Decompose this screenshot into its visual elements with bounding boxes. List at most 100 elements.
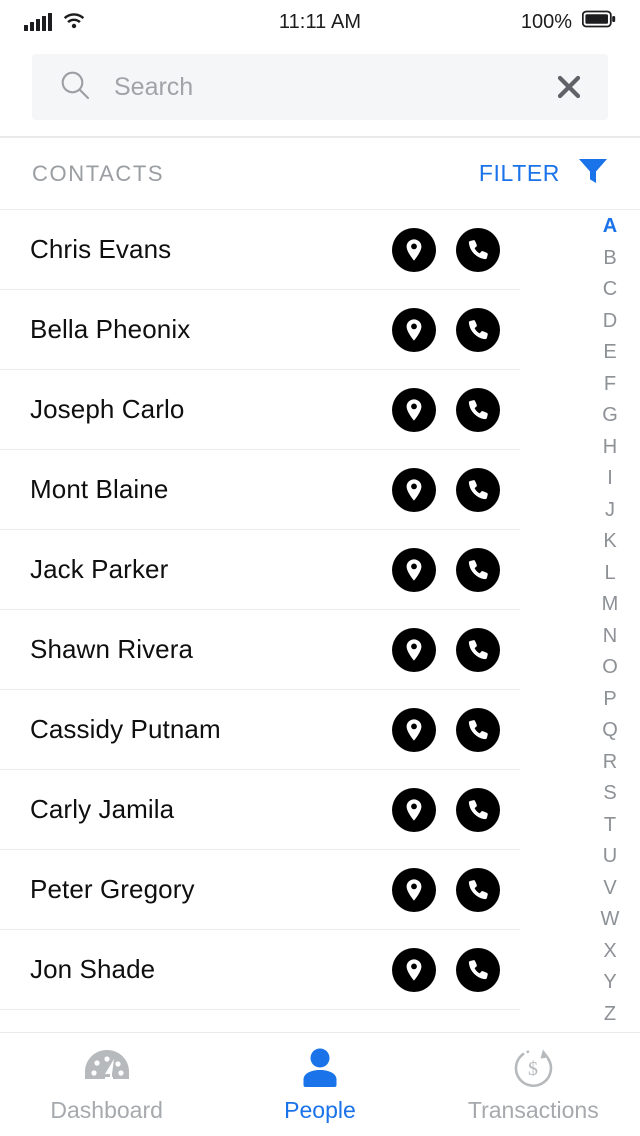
location-pin-icon[interactable] — [392, 787, 436, 832]
location-pin-icon[interactable] — [392, 627, 436, 672]
contact-actions — [392, 627, 520, 672]
contacts-section-header: CONTACTS FILTER — [0, 138, 640, 210]
search-bar-container — [0, 44, 640, 136]
contact-row[interactable]: Mont Blaine — [0, 450, 520, 530]
alphabet-index-letter[interactable]: B — [603, 248, 616, 268]
alphabet-index-letter[interactable]: X — [603, 941, 616, 961]
phone-icon[interactable] — [456, 707, 500, 752]
location-pin-icon[interactable] — [392, 867, 436, 912]
location-pin-icon[interactable] — [392, 947, 436, 992]
contact-row[interactable]: Bella Pheonix — [0, 290, 520, 370]
tab-transactions-label: Transactions — [467, 1097, 599, 1123]
page-title: CONTACTS — [32, 160, 165, 186]
tab-dashboard[interactable]: Dashboard — [0, 1033, 213, 1136]
alphabet-index-letter[interactable]: K — [603, 531, 616, 551]
location-pin-icon[interactable] — [392, 387, 436, 432]
contact-row[interactable]: Jack Parker — [0, 530, 520, 610]
phone-icon[interactable] — [456, 787, 500, 832]
contacts-list[interactable]: Chris Evans Bella Pheonix Joseph Carlo Mont… — [0, 210, 580, 1032]
contact-name: Carly Jamila — [30, 794, 175, 824]
alphabet-index-letter[interactable]: W — [601, 909, 620, 929]
alphabet-index-letter[interactable]: N — [603, 626, 617, 646]
alphabet-index-letter[interactable]: O — [602, 657, 618, 677]
alphabet-index-letter[interactable]: Y — [603, 972, 616, 992]
contact-actions — [392, 307, 520, 352]
search-input[interactable] — [114, 72, 552, 102]
contact-name: Joseph Carlo — [30, 394, 185, 424]
alphabet-index-letter[interactable]: M — [602, 594, 619, 614]
contact-actions — [392, 387, 520, 432]
phone-icon[interactable] — [456, 387, 500, 432]
filter-button[interactable]: FILTER — [479, 154, 610, 193]
location-pin-icon[interactable] — [392, 307, 436, 352]
contact-name: Cassidy Putnam — [30, 714, 221, 744]
status-bar-clock: 11:11 AM — [278, 10, 362, 33]
contact-name: Bella Pheonix — [30, 314, 191, 344]
alphabet-index-letter[interactable]: Z — [604, 1004, 616, 1024]
phone-icon[interactable] — [456, 867, 500, 912]
dollar-cycle-icon: $ — [510, 1045, 556, 1089]
location-pin-icon[interactable] — [392, 227, 436, 272]
phone-icon[interactable] — [456, 547, 500, 592]
contact-row[interactable]: Jon Shade — [0, 930, 520, 1010]
alphabet-index-letter[interactable]: A — [603, 216, 617, 236]
contact-actions — [392, 547, 520, 592]
search-box[interactable] — [32, 54, 608, 120]
search-divider — [0, 136, 640, 138]
location-pin-icon[interactable] — [392, 467, 436, 512]
alphabet-index-letter[interactable]: Q — [602, 720, 618, 740]
contact-actions — [392, 947, 520, 992]
tab-people-label: People — [284, 1097, 356, 1123]
phone-icon[interactable] — [456, 947, 500, 992]
alphabet-index-letter[interactable]: L — [604, 563, 615, 583]
alphabet-index-letter[interactable]: F — [604, 374, 616, 394]
alphabet-index-letter[interactable]: D — [603, 311, 617, 331]
alphabet-index[interactable]: ABCDEFGHIJKLMNOPQRSTUVWXYZ — [580, 210, 640, 1032]
phone-icon[interactable] — [456, 467, 500, 512]
contact-row[interactable]: Shawn Rivera — [0, 610, 520, 690]
contact-name: Shawn Rivera — [30, 634, 194, 664]
contact-actions — [392, 787, 520, 832]
contact-row[interactable]: Chris Evans — [0, 210, 520, 290]
alphabet-index-letter[interactable]: H — [603, 437, 617, 457]
search-icon — [58, 68, 92, 107]
contact-actions — [392, 707, 520, 752]
tab-transactions[interactable]: $ Transactions — [427, 1033, 640, 1136]
alphabet-index-letter[interactable]: P — [603, 689, 616, 709]
alphabet-index-letter[interactable]: G — [602, 405, 618, 425]
phone-icon[interactable] — [456, 627, 500, 672]
contact-row[interactable]: Joseph Carlo — [0, 370, 520, 450]
contact-actions — [392, 467, 520, 512]
gauge-icon — [81, 1045, 133, 1089]
alphabet-index-letter[interactable]: S — [603, 783, 616, 803]
phone-icon[interactable] — [456, 307, 500, 352]
contact-name: Jack Parker — [30, 554, 169, 584]
alphabet-index-letter[interactable]: C — [603, 279, 617, 299]
contact-name: Peter Gregory — [30, 874, 195, 904]
bottom-navigation: Dashboard People $ Transactions — [0, 1032, 640, 1136]
person-icon — [298, 1045, 342, 1089]
alphabet-index-letter[interactable]: V — [603, 878, 616, 898]
close-icon[interactable] — [552, 70, 586, 104]
alphabet-index-letter[interactable]: U — [603, 846, 617, 866]
contact-row[interactable]: Carly Jamila — [0, 770, 520, 850]
filter-funnel-icon — [576, 154, 610, 193]
contact-row[interactable]: Peter Gregory — [0, 850, 520, 930]
tab-people[interactable]: People — [213, 1033, 426, 1136]
tab-dashboard-label: Dashboard — [50, 1097, 163, 1123]
status-bar: 11:11 AM 100% — [0, 0, 640, 44]
contact-name: Chris Evans — [30, 234, 172, 264]
contact-row[interactable]: Cassidy Putnam — [0, 690, 520, 770]
contacts-body: Chris Evans Bella Pheonix Joseph Carlo Mont… — [0, 210, 640, 1032]
app-screen: 11:11 AM 100% Search CONTACTS FILTER Chr… — [0, 0, 640, 1136]
alphabet-index-letter[interactable]: I — [607, 468, 613, 488]
alphabet-index-letter[interactable]: J — [605, 500, 615, 520]
location-pin-icon[interactable] — [392, 707, 436, 752]
alphabet-index-letter[interactable]: R — [603, 752, 617, 772]
alphabet-index-letter[interactable]: E — [603, 342, 616, 362]
phone-icon[interactable] — [456, 227, 500, 272]
location-pin-icon[interactable] — [392, 547, 436, 592]
alphabet-index-letter[interactable]: T — [604, 815, 616, 835]
contact-actions — [392, 227, 520, 272]
svg-text:$: $ — [528, 1058, 538, 1080]
